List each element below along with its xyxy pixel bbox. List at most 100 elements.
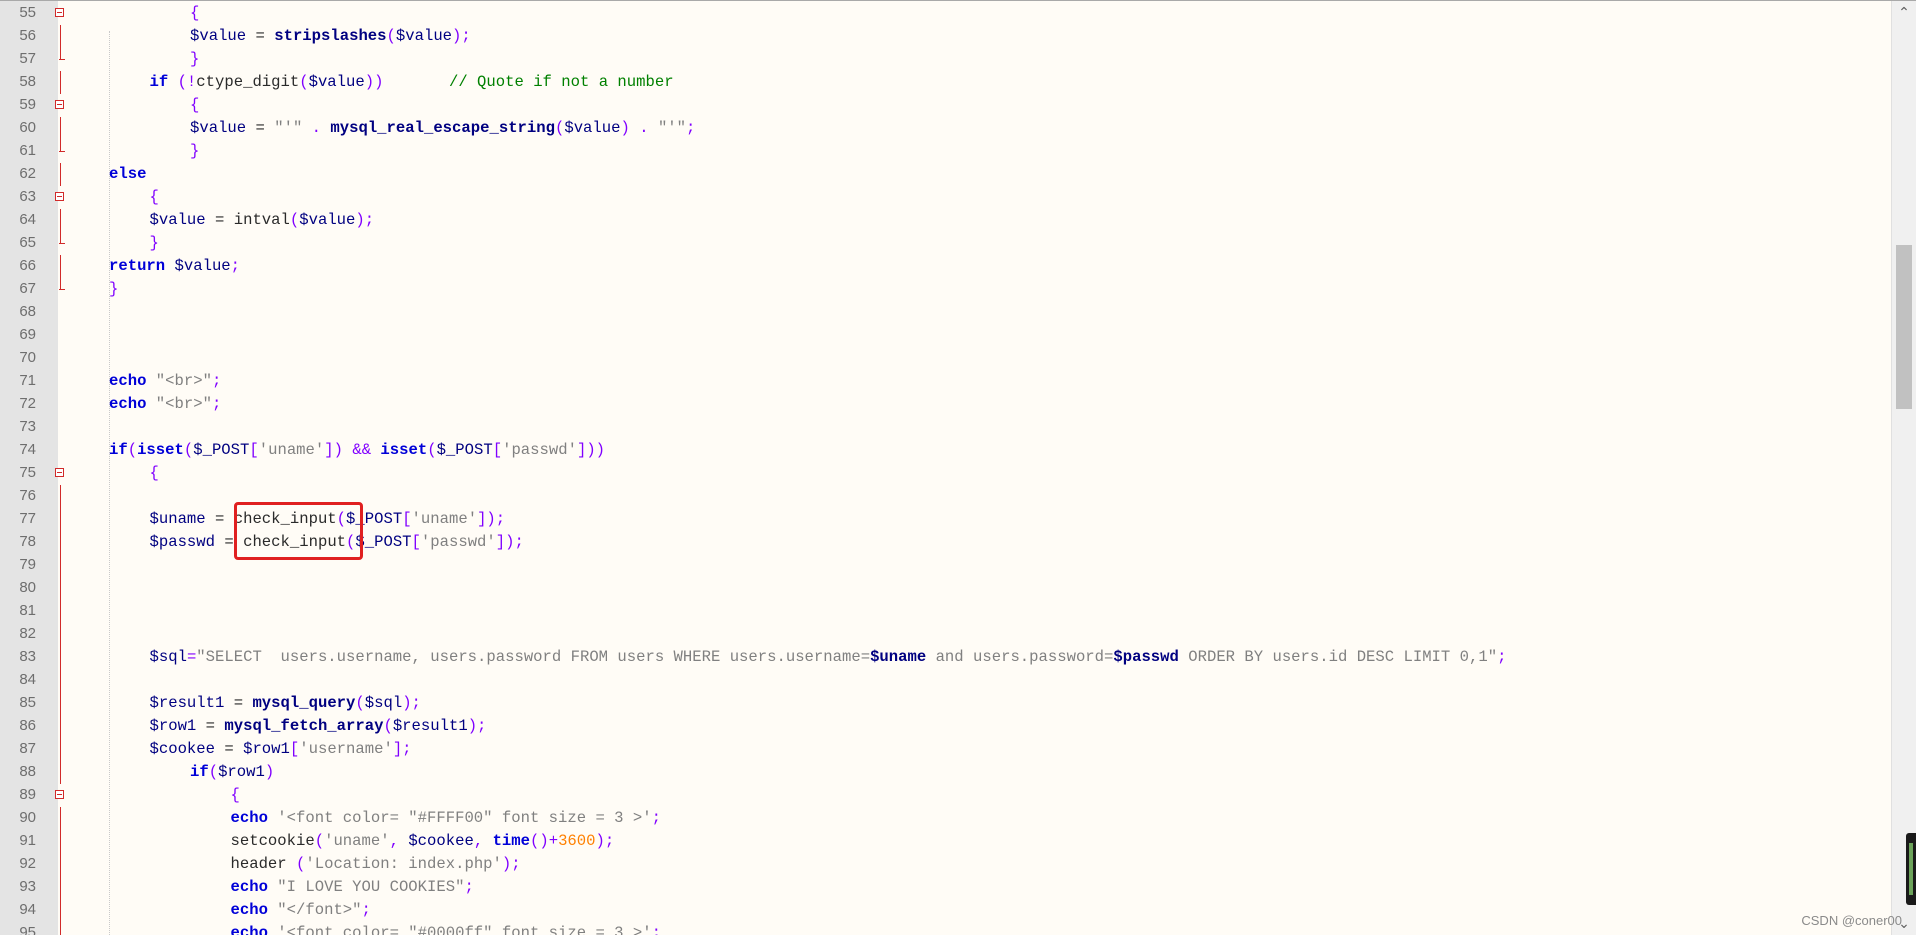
code-token: (	[127, 441, 138, 459]
code-line[interactable]: 60 $value = "'" . mysql_real_escape_strin…	[0, 117, 1892, 140]
code-token: (	[383, 717, 393, 735]
line-number: 65	[19, 234, 36, 251]
code-line[interactable]: 92 header ('Location: index.php');	[0, 853, 1892, 876]
code-line[interactable]: 61}	[0, 140, 1892, 163]
code-token: 'uname'	[258, 441, 325, 459]
code-token: &&	[342, 441, 381, 459]
code-token: $sql	[364, 694, 403, 712]
code-token: 3600	[558, 832, 596, 850]
code-line[interactable]: 72 echo "<br>";	[0, 393, 1892, 416]
code-line[interactable]: 80	[0, 577, 1892, 600]
code-token: echo	[230, 809, 268, 827]
fold-guide	[60, 485, 61, 508]
code-text: return $value;	[109, 257, 240, 275]
fold-toggle-icon[interactable]	[55, 790, 64, 799]
code-token: }	[190, 50, 200, 68]
side-widget-handle[interactable]	[1906, 833, 1916, 905]
code-line[interactable]: 73	[0, 416, 1892, 439]
code-token: setcookie	[230, 832, 315, 850]
fold-guide	[60, 508, 61, 531]
code-content[interactable]: 55{56 $value = stripslashes($value); 57} 58…	[0, 1, 1892, 935]
code-line[interactable]: 65}	[0, 232, 1892, 255]
code-token: $value	[308, 73, 365, 91]
code-line[interactable]: 56 $value = stripslashes($value);	[0, 25, 1892, 48]
code-line[interactable]: 88 if($row1)	[0, 761, 1892, 784]
code-line[interactable]: 64 $value = intval($value);	[0, 209, 1892, 232]
scroll-up-arrow-icon[interactable]: ⌃	[1892, 1, 1916, 23]
code-token: ]);	[495, 533, 524, 551]
fold-toggle-icon[interactable]	[55, 468, 64, 477]
code-line[interactable]: 87 $cookee = $row1['username'];	[0, 738, 1892, 761]
code-editor[interactable]: 55{56 $value = stripslashes($value); 57} 58…	[0, 0, 1916, 935]
code-token: echo	[230, 901, 268, 919]
line-number: 77	[19, 510, 36, 527]
code-token: $value	[190, 119, 247, 137]
code-token: "I LOVE YOU COOKIES"	[277, 878, 465, 896]
code-line[interactable]: 63 {	[0, 186, 1892, 209]
code-token: $passwd	[149, 533, 216, 551]
code-token: $_POST	[355, 533, 412, 551]
code-text: if (!ctype_digit($value)) // Quote if no…	[150, 73, 674, 91]
code-text: {	[190, 4, 199, 22]
fold-toggle-icon[interactable]	[55, 100, 64, 109]
fold-guide	[60, 623, 61, 646]
code-text: echo "</font>";	[231, 901, 371, 919]
code-token: =	[196, 717, 225, 735]
scroll-thumb[interactable]	[1896, 245, 1912, 409]
code-token: ;	[361, 901, 371, 919]
line-number: 67	[19, 280, 36, 297]
code-line[interactable]: 90 echo '<font color= "#FFFF00" font size…	[0, 807, 1892, 830]
code-token: {	[149, 464, 159, 482]
code-token: $_POST	[193, 441, 250, 459]
code-text: {	[231, 786, 240, 804]
code-text: else	[109, 165, 146, 183]
code-token: echo	[230, 924, 268, 935]
code-line[interactable]: 95 echo '<font color= "#0000ff" font size…	[0, 922, 1892, 935]
code-line[interactable]: 91 setcookie('uname', $cookee, time()+360…	[0, 830, 1892, 853]
code-line[interactable]: 85 $result1 = mysql_query($sql);	[0, 692, 1892, 715]
code-token: 'Location: index.php'	[305, 855, 502, 873]
code-line[interactable]: 70	[0, 347, 1892, 370]
code-line[interactable]: 81	[0, 600, 1892, 623]
code-token: ;	[211, 372, 222, 390]
code-token: [	[492, 441, 503, 459]
code-line[interactable]: 59 {	[0, 94, 1892, 117]
code-token: mysql_query	[252, 694, 356, 712]
code-token: stripslashes	[274, 27, 387, 45]
code-token: $value	[149, 211, 206, 229]
code-token: ];	[392, 740, 412, 758]
code-token: isset	[380, 441, 428, 459]
code-line[interactable]: 68	[0, 301, 1892, 324]
code-token: 'username'	[299, 740, 393, 758]
code-token: );	[467, 717, 487, 735]
code-line[interactable]: 84	[0, 669, 1892, 692]
code-line[interactable]: 86 $row1 = mysql_fetch_array($result1);	[0, 715, 1892, 738]
fold-toggle-icon[interactable]	[55, 192, 64, 201]
code-token: )	[264, 763, 275, 781]
code-line[interactable]: 67}	[0, 278, 1892, 301]
fold-guide	[60, 531, 61, 554]
fold-guide	[60, 876, 61, 899]
code-token: ctype_digit	[196, 73, 300, 91]
code-line[interactable]: 75 {	[0, 462, 1892, 485]
code-line[interactable]: 93 echo "I LOVE YOU COOKIES";	[0, 876, 1892, 899]
code-token: echo	[230, 878, 268, 896]
code-line[interactable]: 89 {	[0, 784, 1892, 807]
code-line[interactable]: 55 {	[0, 2, 1892, 25]
code-line[interactable]: 74 if(isset($_POST['uname']) && isset($_P…	[0, 439, 1892, 462]
code-line[interactable]: 94 echo "</font>";	[0, 899, 1892, 922]
fold-guide	[60, 692, 61, 715]
fold-toggle-icon[interactable]	[55, 8, 64, 17]
code-text: echo '<font color= "#FFFF00" font size =…	[231, 809, 661, 827]
code-line[interactable]: 58 if (!ctype_digit($value)) // Quote if …	[0, 71, 1892, 94]
code-line[interactable]: 82	[0, 623, 1892, 646]
code-line[interactable]: 71 echo "<br>";	[0, 370, 1892, 393]
code-line[interactable]: 62 else	[0, 163, 1892, 186]
code-line[interactable]: 69	[0, 324, 1892, 347]
vertical-scrollbar[interactable]: ⌃ ⌄	[1891, 1, 1916, 935]
code-line[interactable]: 83 $sql="SELECT users.username, users.pas…	[0, 646, 1892, 669]
code-line[interactable]: 57}	[0, 48, 1892, 71]
code-line[interactable]: 66 return $value;	[0, 255, 1892, 278]
line-number: 59	[19, 96, 36, 113]
